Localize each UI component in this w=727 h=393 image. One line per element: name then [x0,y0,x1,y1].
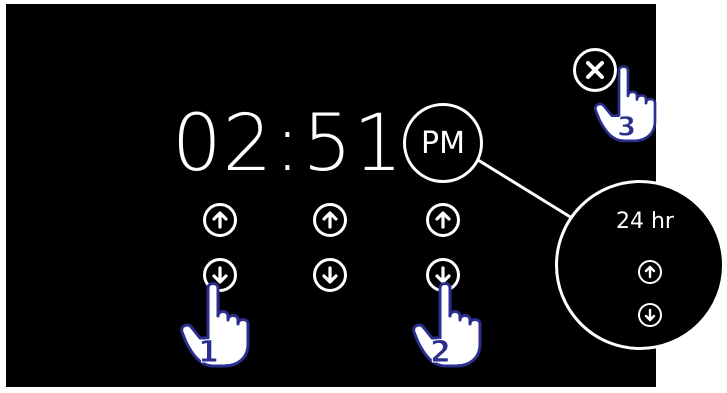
zoom-callout: 24 hr [555,180,725,350]
step-number-3: 3 [617,112,636,143]
period-value: PM [421,125,465,161]
24-hour-up-button[interactable] [638,260,662,284]
arrow-up-icon [212,211,228,229]
24-hour-down-button[interactable] [638,303,662,327]
step-number-2: 2 [430,335,451,370]
arrow-up-icon [322,211,338,229]
pointing-hand-icon: 3 [593,65,657,143]
pointing-hand-icon: 2 [412,282,482,370]
minutes-up-button[interactable] [313,203,347,237]
24-hour-label: 24 hr [616,209,674,234]
arrow-up-icon [644,265,656,279]
arrow-down-icon [644,308,656,322]
minutes-down-button[interactable] [313,258,347,292]
arrow-down-icon [322,266,338,284]
period-up-button[interactable] [426,203,460,237]
am-pm-button[interactable]: PM [403,103,483,183]
arrow-up-icon [435,211,451,229]
pointing-hand-icon: 1 [180,282,250,370]
step-number-1: 1 [198,335,219,370]
hours-up-button[interactable] [203,203,237,237]
